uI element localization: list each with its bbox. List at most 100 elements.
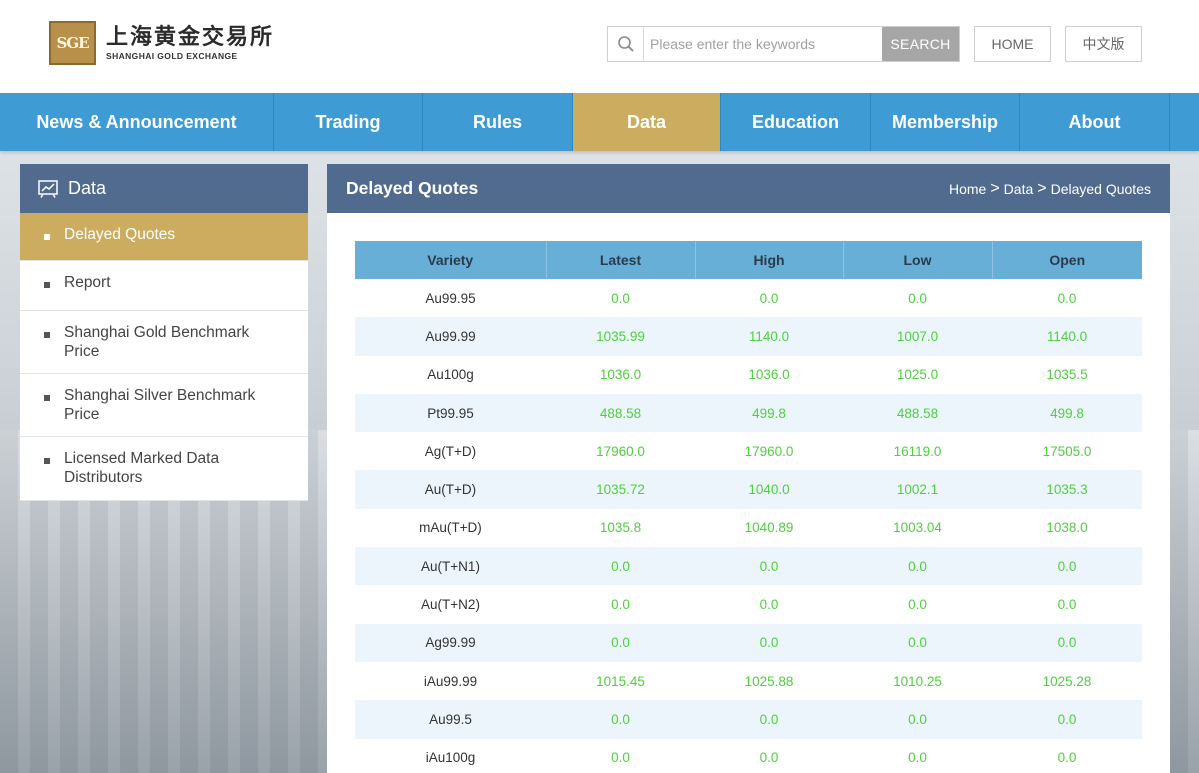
- cell-high: 1140.0: [695, 317, 843, 356]
- breadcrumb-home[interactable]: Home: [949, 181, 986, 197]
- cell-latest: 488.58: [546, 393, 695, 433]
- table-row: Au(T+N1) 0.0 0.0 0.0 0.0: [355, 547, 1142, 586]
- cell-open: 0.0: [1057, 290, 1077, 306]
- column-header-low: Low: [843, 241, 993, 279]
- cell-latest: 1035.8: [599, 520, 642, 536]
- column-header-variety: Variety: [355, 241, 547, 279]
- cell-variety: Au100g: [427, 367, 474, 383]
- cell-open: 0.0: [1057, 750, 1077, 766]
- cell-high: 1040.89: [744, 520, 794, 536]
- cell-latest: 0.0: [546, 623, 695, 662]
- logo-chinese-name: 上海黄金交易所: [106, 24, 275, 50]
- bullet-icon: [44, 458, 50, 464]
- column-header-high: High: [695, 241, 844, 279]
- cell-open: 1140.0: [992, 317, 1142, 356]
- cell-variety: Au99.99: [355, 317, 546, 356]
- cell-low: 0.0: [908, 290, 927, 306]
- bullet-icon: [44, 395, 50, 401]
- cell-low: 488.58: [843, 393, 992, 433]
- table-row: Au100g 1036.0 1036.0 1025.0 1035.5: [355, 356, 1142, 394]
- cell-open: 0.0: [1057, 597, 1077, 613]
- cell-high: 0.0: [695, 623, 843, 662]
- cell-variety: Au99.5: [355, 700, 546, 739]
- cell-open: 1035.5: [1046, 367, 1088, 383]
- cell-high: 17960.0: [744, 443, 794, 459]
- cell-latest: 0.0: [611, 597, 630, 613]
- cell-variety: Pt99.95: [355, 393, 546, 433]
- table-row: mAu(T+D) 1035.8 1040.89 1003.04 1038.0: [355, 509, 1142, 547]
- cell-latest: 0.0: [546, 700, 695, 739]
- search-icon: [608, 27, 644, 61]
- site-header: SGE 上海黄金交易所 SHANGHAI GOLD EXCHANGE SEARC…: [0, 0, 1199, 93]
- sidebar-item-label: Report: [64, 274, 111, 291]
- nav-item-data[interactable]: Data: [573, 93, 721, 151]
- sidebar-item-delayed-quotes[interactable]: Delayed Quotes: [20, 213, 308, 261]
- sidebar-item-label: Shanghai Gold Benchmark Price: [64, 324, 250, 360]
- nav-item-rules[interactable]: Rules: [423, 93, 573, 151]
- breadcrumb-data[interactable]: Data: [1004, 181, 1034, 197]
- table-row: Pt99.95 488.58 499.8 488.58 499.8: [355, 393, 1142, 433]
- quotes-table-body: Au99.95 0.0 0.0 0.0 0.0 Au99.99 1035.99 1140.0 1…: [355, 279, 1142, 773]
- cell-variety: iAu100g: [425, 750, 476, 766]
- nav-item-about[interactable]: About: [1020, 93, 1170, 151]
- table-row: Au99.99 1035.99 1140.0 1007.0 1140.0: [355, 317, 1142, 356]
- table-header-row: Variety Latest High Low Open: [355, 241, 1142, 279]
- cell-latest: 0.0: [546, 547, 695, 586]
- cell-variety: iAu99.99: [423, 673, 478, 689]
- nav-item-membership[interactable]: Membership: [871, 93, 1020, 151]
- cell-open: 499.8: [992, 393, 1142, 433]
- sidebar-item-gold-benchmark[interactable]: Shanghai Gold Benchmark Price: [20, 311, 308, 374]
- bullet-icon: [44, 282, 50, 288]
- cell-open: 0.0: [992, 547, 1142, 586]
- search-box: SEARCH: [607, 26, 960, 62]
- sidebar-item-report[interactable]: Report: [20, 261, 308, 311]
- sidebar-item-silver-benchmark[interactable]: Shanghai Silver Benchmark Price: [20, 374, 308, 437]
- table-row: Au99.5 0.0 0.0 0.0 0.0: [355, 700, 1142, 739]
- cell-low: 1002.1: [843, 470, 992, 509]
- sidebar-title: Data: [68, 178, 107, 198]
- cell-latest: 17960.0: [596, 443, 645, 459]
- cell-low: 1010.25: [893, 673, 942, 689]
- cell-open: 0.0: [992, 623, 1142, 662]
- chart-icon: [38, 179, 58, 198]
- search-input[interactable]: [644, 27, 882, 61]
- cell-high: 1040.0: [695, 470, 843, 509]
- breadcrumb-current: Delayed Quotes: [1050, 180, 1151, 197]
- sidebar-item-label: Delayed Quotes: [64, 226, 176, 243]
- main-header: Delayed Quotes Home > Data > Delayed Quo…: [327, 164, 1170, 213]
- cell-high: 0.0: [695, 700, 843, 739]
- cell-low: 0.0: [908, 750, 927, 766]
- cell-open: 17505.0: [1042, 443, 1092, 459]
- nav-item-education[interactable]: Education: [721, 93, 871, 151]
- quotes-table: Variety Latest High Low Open Au99.95 0.0 0…: [355, 241, 1142, 773]
- site-logo[interactable]: SGE 上海黄金交易所 SHANGHAI GOLD EXCHANGE: [49, 21, 274, 65]
- search-button[interactable]: SEARCH: [882, 27, 959, 61]
- nav-item-trading[interactable]: Trading: [274, 93, 423, 151]
- sidebar-item-label: Licensed Marked Data Distributors: [64, 450, 220, 486]
- breadcrumb-separator: >: [990, 179, 1000, 197]
- breadcrumb-separator: >: [1037, 179, 1047, 197]
- chinese-version-button[interactable]: 中文版: [1065, 26, 1142, 62]
- sidebar: Data Delayed Quotes Report Shanghai Gold…: [20, 164, 308, 501]
- cell-variety: Au(T+N1): [355, 547, 546, 586]
- logo-english-name: SHANGHAI GOLD EXCHANGE: [106, 51, 238, 61]
- cell-low: 0.0: [843, 547, 992, 586]
- cell-high: 499.8: [695, 393, 843, 433]
- cell-open: 0.0: [992, 700, 1142, 739]
- page-title: Delayed Quotes: [346, 178, 479, 198]
- sidebar-item-data-distributors[interactable]: Licensed Marked Data Distributors: [20, 437, 308, 501]
- table-row: Au99.95 0.0 0.0 0.0 0.0: [355, 279, 1142, 317]
- column-header-latest: Latest: [546, 241, 696, 279]
- logo-text: 上海黄金交易所 SHANGHAI GOLD EXCHANGE: [106, 25, 274, 61]
- bullet-icon: [44, 332, 50, 338]
- cell-low: 0.0: [908, 597, 927, 613]
- cell-low: 16119.0: [893, 443, 942, 459]
- cell-latest: 1036.0: [599, 367, 642, 383]
- cell-latest: 1035.72: [546, 470, 695, 509]
- home-button[interactable]: HOME: [974, 26, 1051, 62]
- cell-variety: Ag(T+D): [424, 443, 477, 459]
- nav-item-news[interactable]: News & Announcement: [0, 93, 274, 151]
- table-row: iAu100g 0.0 0.0 0.0 0.0: [355, 739, 1142, 773]
- sge-emblem-icon: SGE: [49, 21, 96, 65]
- cell-variety: Ag99.99: [355, 623, 546, 662]
